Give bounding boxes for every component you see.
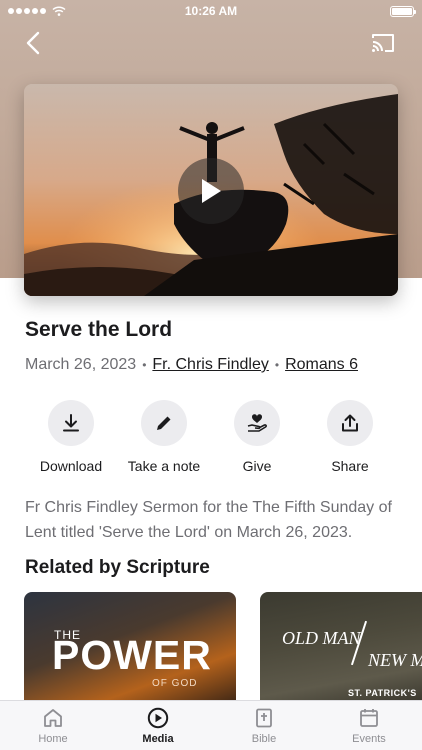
card-title-line2: NEW M <box>368 650 422 670</box>
tab-media[interactable]: Media <box>116 707 200 745</box>
status-bar: 10:26 AM <box>0 0 422 22</box>
pencil-icon <box>157 416 171 430</box>
chevron-left-icon[interactable] <box>22 30 46 56</box>
tab-home[interactable]: Home <box>11 707 95 745</box>
related-card[interactable]: THE POWER OF GOD <box>24 592 236 712</box>
tab-events[interactable]: Events <box>327 707 411 745</box>
sermon-title: Serve the Lord <box>25 318 173 341</box>
share-label: Share <box>331 458 369 474</box>
card-title-big: POWER <box>52 632 212 678</box>
related-section-title: Related by Scripture <box>25 557 210 578</box>
download-label: Download <box>39 458 103 474</box>
card-subtitle: OF GOD <box>152 678 198 689</box>
status-time: 10:26 AM <box>184 4 238 18</box>
share-icon <box>342 414 358 432</box>
tab-events-label: Events <box>352 733 386 745</box>
give-heart-hand-icon <box>247 414 267 432</box>
tab-media-label: Media <box>142 733 174 745</box>
battery-icon <box>390 5 416 17</box>
tab-home-label: Home <box>38 733 68 745</box>
scripture-link[interactable]: Romans 6 <box>285 356 358 374</box>
take-note-label: Take a note <box>127 458 201 474</box>
give-label: Give <box>242 458 272 474</box>
give-button[interactable]: Give <box>209 400 305 474</box>
play-button[interactable] <box>178 158 244 224</box>
play-circle-icon <box>147 707 169 729</box>
tab-bar: Home Media Bible Events <box>0 700 422 750</box>
cast-icon[interactable] <box>370 32 396 54</box>
card-brand: ST. PATRICK'S <box>348 688 417 698</box>
sermon-date: March 26, 2023 <box>25 356 137 373</box>
card-title-line1: OLD MAN <box>282 628 361 648</box>
tab-bible[interactable]: Bible <box>222 707 306 745</box>
bible-icon <box>256 708 272 728</box>
sermon-description: Fr Chris Findley Sermon for the The Fift… <box>25 499 392 541</box>
related-card[interactable]: OLD MAN NEW M ST. PATRICK'S <box>260 592 422 712</box>
calendar-icon <box>360 709 378 727</box>
action-row: Download Take a note Give Share <box>24 400 398 480</box>
speaker-link[interactable]: Fr. Chris Findley <box>152 356 268 374</box>
download-icon <box>63 414 79 432</box>
play-icon <box>202 179 221 203</box>
home-icon <box>44 709 62 727</box>
meta-separator: • <box>274 358 280 372</box>
sermon-meta: March 26, 2023 • Fr. Chris Findley • Rom… <box>25 356 358 374</box>
meta-separator: • <box>142 358 147 372</box>
download-button[interactable]: Download <box>23 400 119 474</box>
share-button[interactable]: Share <box>302 400 398 474</box>
video-player[interactable] <box>24 84 398 296</box>
tab-bible-label: Bible <box>251 733 277 745</box>
take-note-button[interactable]: Take a note <box>116 400 212 474</box>
